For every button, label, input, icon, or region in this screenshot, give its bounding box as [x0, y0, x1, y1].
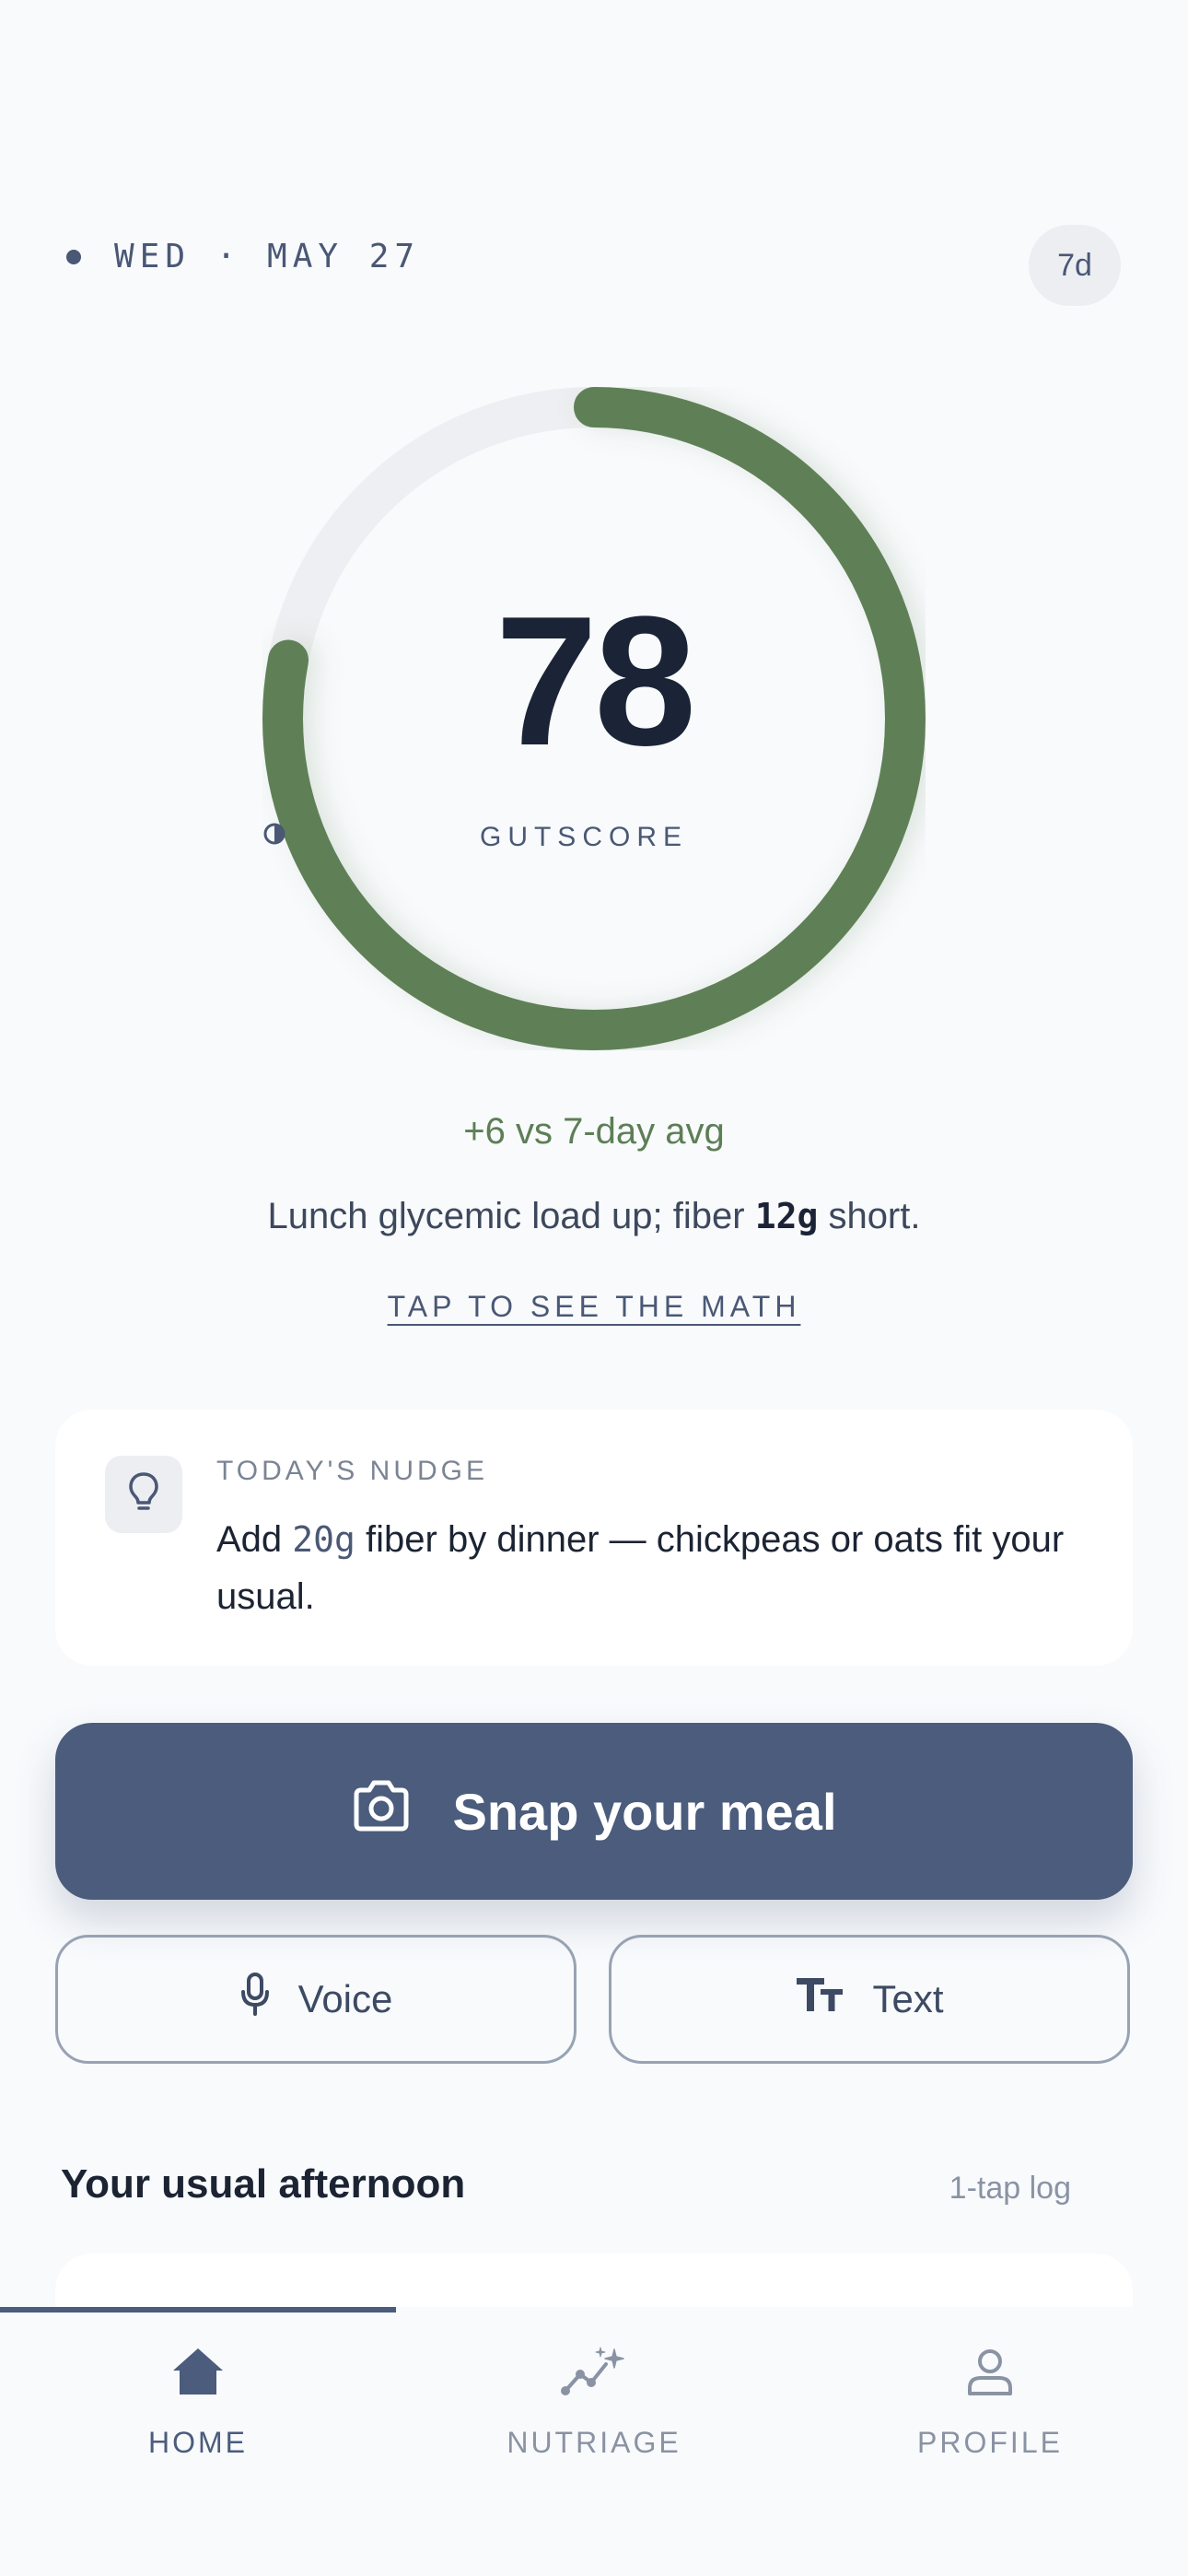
usual-afternoon-title: Your usual afternoon [61, 2161, 466, 2207]
active-tab-indicator [0, 2307, 396, 2313]
person-icon [964, 2346, 1016, 2402]
lightbulb-icon [125, 1470, 162, 1519]
snap-meal-button[interactable]: Snap your meal [55, 1723, 1133, 1900]
see-math-row: TAP TO SEE THE MATH [0, 1290, 1188, 1324]
status-dot [66, 249, 81, 264]
text-size-icon [795, 1976, 844, 2022]
insight-text-suffix: short. [818, 1196, 921, 1236]
gutscore-label-row: GUTSCORE [262, 822, 926, 853]
camera-icon [351, 1778, 412, 1845]
app-screen: WED · MAY 27 7d 78 GUTSCORE +6 vs 7-day … [0, 0, 1188, 2576]
tab-profile-label: PROFILE [917, 2426, 1063, 2459]
one-tap-log-hint: 1-tap log [949, 2171, 1071, 2206]
nudge-text: Add 20g fiber by dinner — chickpeas or o… [216, 1511, 1101, 1625]
voice-label: Voice [297, 1977, 393, 2020]
nudge-fiber-amount: 20g [292, 1519, 355, 1560]
tab-nutriage-label: NUTRIAGE [507, 2426, 681, 2459]
text-log-button[interactable]: Text [609, 1935, 1130, 2064]
text-label: Text [872, 1977, 944, 2020]
snap-meal-label: Snap your meal [452, 1782, 837, 1841]
trend-sparkle-icon [561, 2346, 627, 2402]
tab-nutriage[interactable]: NUTRIAGE [396, 2346, 792, 2460]
tab-profile[interactable]: PROFILE [792, 2346, 1188, 2460]
see-math-link[interactable]: TAP TO SEE THE MATH [388, 1290, 801, 1323]
gutscore-ring[interactable]: 78 GUTSCORE [262, 387, 926, 1050]
nudge-card[interactable]: TODAY'S NUDGE Add 20g fiber by dinner — … [55, 1410, 1133, 1666]
bottom-tab-bar: HOME NUTRIAGE PROFILE [0, 2307, 1188, 2576]
insight-text-prefix: Lunch glycemic load up; fiber [267, 1196, 755, 1236]
tab-home-label: HOME [148, 2426, 248, 2459]
home-icon [170, 2346, 226, 2402]
insight-fiber-amount: 12g [754, 1196, 819, 1236]
gutscore-label: GUTSCORE [479, 822, 688, 852]
score-insight: Lunch glycemic load up; fiber 12g short. [0, 1196, 1188, 1237]
tab-home[interactable]: HOME [0, 2346, 396, 2460]
gutscore-value: 78 [495, 579, 696, 784]
nudge-title: TODAY'S NUDGE [216, 1456, 488, 1486]
date-row: WED · MAY 27 [66, 238, 420, 275]
voice-log-button[interactable]: Voice [55, 1935, 577, 2064]
nudge-text-prefix: Add [216, 1519, 293, 1560]
microphone-icon [239, 1972, 271, 2027]
range-toggle-button[interactable]: 7d [1029, 225, 1121, 306]
nudge-icon-box [105, 1456, 182, 1533]
score-delta: +6 vs 7-day avg [463, 1111, 725, 1152]
current-date: WED · MAY 27 [114, 238, 421, 275]
